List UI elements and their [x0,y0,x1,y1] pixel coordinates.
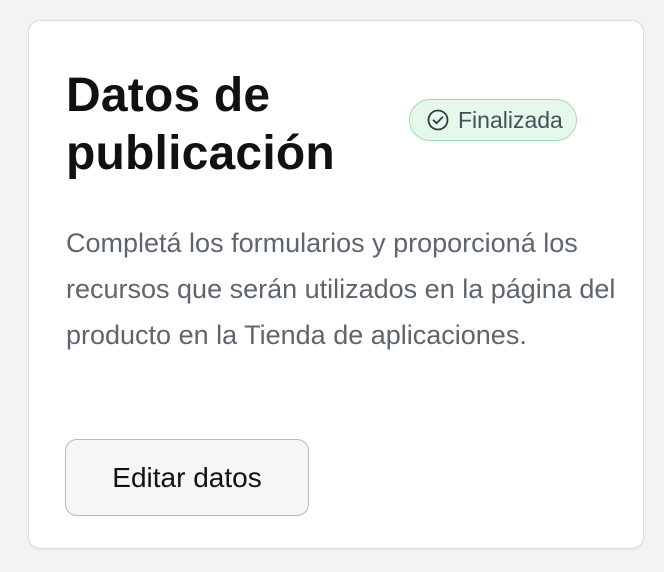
publication-data-card: Datos de publicación Finalizada Completá… [28,20,644,549]
edit-data-button[interactable]: Editar datos [65,439,309,516]
check-circle-icon [427,109,449,131]
card-title: Datos de publicación [66,69,335,180]
card-description: Completá los formularios y proporcioná l… [66,228,616,350]
status-badge: Finalizada [409,99,577,141]
status-badge-label: Finalizada [458,106,563,133]
